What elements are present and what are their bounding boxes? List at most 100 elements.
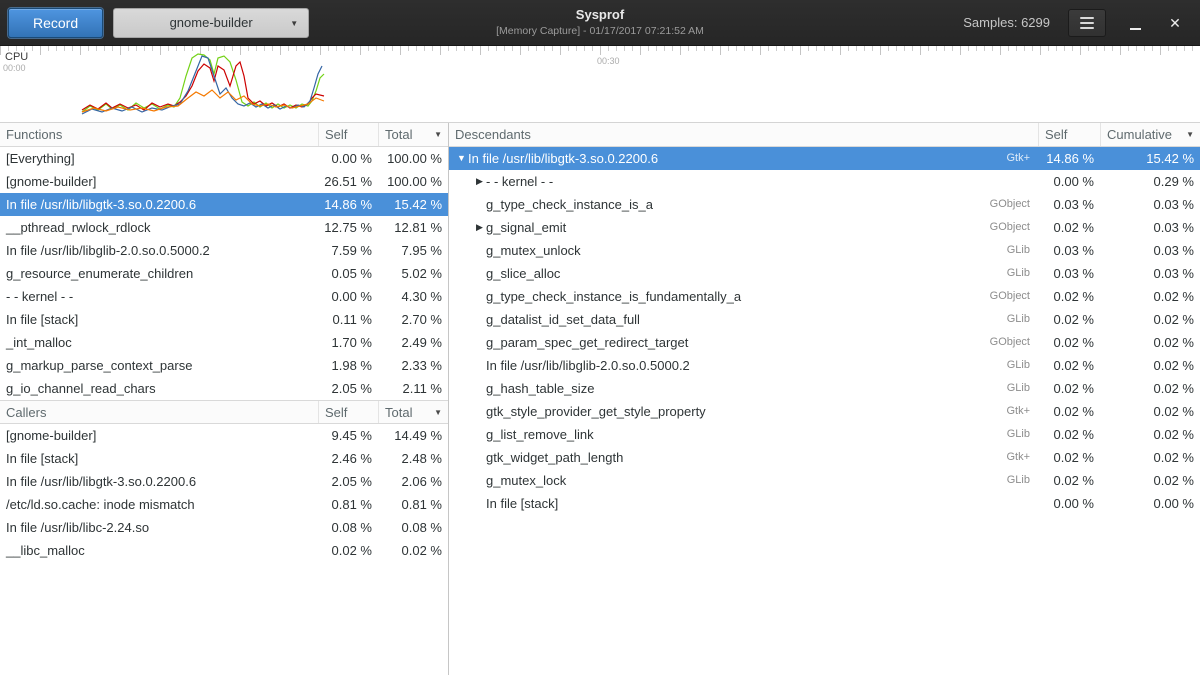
table-row[interactable]: In file [stack]2.46 %2.48 % bbox=[0, 447, 448, 470]
table-row[interactable]: In file /usr/lib/libglib-2.0.so.0.5000.2… bbox=[449, 354, 1200, 377]
window-title: Sysprof bbox=[496, 7, 704, 23]
table-row[interactable]: /etc/ld.so.cache: inode mismatch0.81 %0.… bbox=[0, 493, 448, 516]
table-row[interactable]: g_mutex_lockGLib0.02 %0.02 % bbox=[449, 469, 1200, 492]
column-header-callers[interactable]: Callers bbox=[0, 401, 318, 423]
cpu-series-red bbox=[82, 62, 324, 110]
total-value: 2.33 % bbox=[378, 354, 448, 377]
callers-table-body: [gnome-builder]9.45 %14.49 %In file [sta… bbox=[0, 424, 448, 562]
table-row[interactable]: g_resource_enumerate_children0.05 %5.02 … bbox=[0, 262, 448, 285]
table-row[interactable]: gtk_widget_path_lengthGtk+0.02 %0.02 % bbox=[449, 446, 1200, 469]
column-header-self[interactable]: Self bbox=[318, 123, 378, 146]
table-row[interactable]: In file /usr/lib/libgtk-3.so.0.2200.614.… bbox=[0, 193, 448, 216]
expander-icon[interactable]: ▶ bbox=[473, 170, 486, 193]
table-row[interactable]: g_list_remove_linkGLib0.02 %0.02 % bbox=[449, 423, 1200, 446]
function-name: In file /usr/lib/libglib-2.0.so.0.5000.2 bbox=[0, 239, 318, 262]
function-name: In file [stack] bbox=[0, 447, 318, 470]
function-name: [gnome-builder] bbox=[0, 424, 318, 447]
column-header-callers-total[interactable]: Total ▼ bbox=[378, 401, 448, 423]
table-row[interactable]: g_io_channel_read_chars2.05 %2.11 % bbox=[0, 377, 448, 400]
column-header-callers-self[interactable]: Self bbox=[318, 401, 378, 423]
table-row[interactable]: g_hash_table_sizeGLib0.02 %0.02 % bbox=[449, 377, 1200, 400]
column-header-functions[interactable]: Functions bbox=[0, 123, 318, 146]
table-row[interactable]: g_markup_parse_context_parse1.98 %2.33 % bbox=[0, 354, 448, 377]
library-tag: GObject bbox=[980, 331, 1030, 354]
sort-indicator-icon: ▼ bbox=[434, 401, 442, 423]
table-row[interactable]: In file /usr/lib/libgtk-3.so.0.2200.62.0… bbox=[0, 470, 448, 493]
close-button[interactable]: ✕ bbox=[1164, 9, 1186, 37]
function-name: g_datalist_id_set_data_full bbox=[486, 308, 640, 331]
function-name: - - kernel - - bbox=[486, 170, 553, 193]
table-row[interactable]: [gnome-builder]9.45 %14.49 % bbox=[0, 424, 448, 447]
expander-icon[interactable]: ▶ bbox=[473, 216, 486, 239]
cumulative-value: 0.02 % bbox=[1100, 377, 1200, 400]
library-tag: GLib bbox=[997, 262, 1030, 285]
table-row[interactable]: gtk_style_provider_get_style_propertyGtk… bbox=[449, 400, 1200, 423]
table-row[interactable]: In file [stack]0.00 %0.00 % bbox=[449, 492, 1200, 515]
function-name: gtk_widget_path_length bbox=[486, 446, 623, 469]
function-name: [gnome-builder] bbox=[0, 170, 318, 193]
total-value: 2.06 % bbox=[378, 470, 448, 493]
window-title-block: Sysprof [Memory Capture] - 01/17/2017 07… bbox=[496, 7, 704, 37]
table-row[interactable]: g_type_check_instance_is_aGObject0.03 %0… bbox=[449, 193, 1200, 216]
column-header-descendants[interactable]: Descendants bbox=[449, 123, 1038, 146]
function-name: g_type_check_instance_is_a bbox=[486, 193, 653, 216]
table-row[interactable]: In file /usr/lib/libc-2.24.so0.08 %0.08 … bbox=[0, 516, 448, 539]
library-tag: GLib bbox=[997, 308, 1030, 331]
table-row[interactable]: _int_malloc1.70 %2.49 % bbox=[0, 331, 448, 354]
total-value: 2.48 % bbox=[378, 447, 448, 470]
descendant-name-cell: ▼In file /usr/lib/libgtk-3.so.0.2200.6Gt… bbox=[449, 147, 1038, 170]
total-value: 2.11 % bbox=[378, 377, 448, 400]
table-row[interactable]: g_param_spec_get_redirect_targetGObject0… bbox=[449, 331, 1200, 354]
table-row[interactable]: [gnome-builder]26.51 %100.00 % bbox=[0, 170, 448, 193]
column-header-cumulative[interactable]: Cumulative ▼ bbox=[1100, 123, 1200, 146]
self-value: 0.05 % bbox=[318, 262, 378, 285]
self-value: 1.70 % bbox=[318, 331, 378, 354]
function-name: g_markup_parse_context_parse bbox=[0, 354, 318, 377]
total-value: 4.30 % bbox=[378, 285, 448, 308]
table-row[interactable]: - - kernel - -0.00 %4.30 % bbox=[0, 285, 448, 308]
functions-table-body: [Everything]0.00 %100.00 %[gnome-builder… bbox=[0, 147, 448, 400]
descendant-name-cell: g_hash_table_sizeGLib bbox=[449, 377, 1038, 400]
function-name: In file /usr/lib/libgtk-3.so.0.2200.6 bbox=[468, 147, 658, 170]
cumulative-value: 15.42 % bbox=[1100, 147, 1200, 170]
record-button[interactable]: Record bbox=[8, 8, 103, 38]
column-header-desc-self[interactable]: Self bbox=[1038, 123, 1100, 146]
descendant-name-cell: g_list_remove_linkGLib bbox=[449, 423, 1038, 446]
self-value: 0.08 % bbox=[318, 516, 378, 539]
column-header-total[interactable]: Total ▼ bbox=[378, 123, 448, 146]
cpu-graph[interactable]: CPU 00:00 00:30 bbox=[0, 46, 1200, 122]
table-row[interactable]: __pthread_rwlock_rdlock12.75 %12.81 % bbox=[0, 216, 448, 239]
table-row[interactable]: g_datalist_id_set_data_fullGLib0.02 %0.0… bbox=[449, 308, 1200, 331]
library-tag: GLib bbox=[997, 354, 1030, 377]
self-value: 0.02 % bbox=[1038, 400, 1100, 423]
self-value: 2.05 % bbox=[318, 470, 378, 493]
time-label-mid: 00:30 bbox=[597, 56, 620, 66]
table-row[interactable]: In file [stack]0.11 %2.70 % bbox=[0, 308, 448, 331]
table-row[interactable]: g_type_check_instance_is_fundamentally_a… bbox=[449, 285, 1200, 308]
table-row[interactable]: g_mutex_unlockGLib0.03 %0.03 % bbox=[449, 239, 1200, 262]
minimize-button[interactable] bbox=[1124, 9, 1146, 37]
cpu-label: CPU bbox=[5, 51, 28, 63]
table-row[interactable]: ▼In file /usr/lib/libgtk-3.so.0.2200.6Gt… bbox=[449, 147, 1200, 170]
table-row[interactable]: g_slice_allocGLib0.03 %0.03 % bbox=[449, 262, 1200, 285]
cumulative-value: 0.29 % bbox=[1100, 170, 1200, 193]
column-header-cumulative-label: Cumulative bbox=[1107, 123, 1172, 146]
table-row[interactable]: [Everything]0.00 %100.00 % bbox=[0, 147, 448, 170]
headerbar: Record gnome-builder ▼ Sysprof [Memory C… bbox=[0, 0, 1200, 46]
self-value: 12.75 % bbox=[318, 216, 378, 239]
expander-icon[interactable]: ▼ bbox=[455, 147, 468, 170]
descendant-name-cell: g_type_check_instance_is_fundamentally_a… bbox=[449, 285, 1038, 308]
library-tag: GLib bbox=[997, 239, 1030, 262]
table-row[interactable]: ▶- - kernel - -0.00 %0.29 % bbox=[449, 170, 1200, 193]
table-row[interactable]: __libc_malloc0.02 %0.02 % bbox=[0, 539, 448, 562]
functions-table-header: Functions Self Total ▼ bbox=[0, 123, 448, 147]
function-name: g_resource_enumerate_children bbox=[0, 262, 318, 285]
menu-button[interactable] bbox=[1068, 9, 1106, 37]
function-name: g_param_spec_get_redirect_target bbox=[486, 331, 688, 354]
samples-count: Samples: 6299 bbox=[963, 15, 1050, 30]
table-row[interactable]: ▶g_signal_emitGObject0.02 %0.03 % bbox=[449, 216, 1200, 239]
process-selector-dropdown[interactable]: gnome-builder ▼ bbox=[113, 8, 309, 38]
table-row[interactable]: In file /usr/lib/libglib-2.0.so.0.5000.2… bbox=[0, 239, 448, 262]
library-tag: Gtk+ bbox=[996, 400, 1030, 423]
function-name: /etc/ld.so.cache: inode mismatch bbox=[0, 493, 318, 516]
